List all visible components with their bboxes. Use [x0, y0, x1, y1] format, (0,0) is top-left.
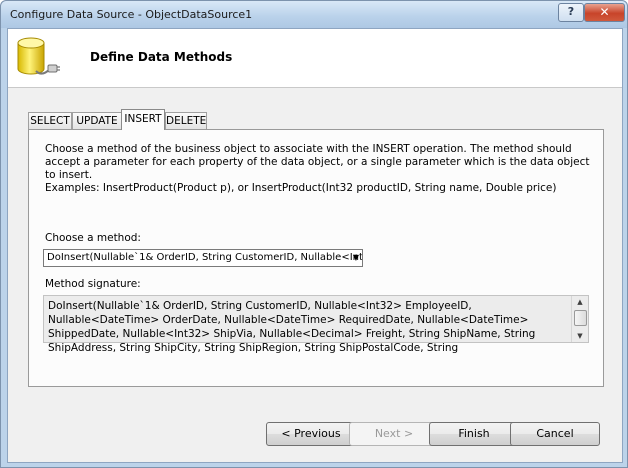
previous-button[interactable]: < Previous — [266, 422, 356, 446]
signature-scrollbar[interactable]: ▲ ▼ — [571, 296, 588, 342]
tab-delete[interactable]: DELETE — [165, 112, 207, 129]
tab-update[interactable]: UPDATE — [72, 112, 122, 129]
method-signature-text: DoInsert(Nullable`1& OrderID, String Cus… — [48, 300, 536, 354]
database-plug-icon — [17, 37, 60, 75]
method-signature-box[interactable]: DoInsert(Nullable`1& OrderID, String Cus… — [43, 295, 589, 354]
method-dropdown[interactable]: DoInsert(Nullable`1& OrderID, String Cus… — [43, 249, 363, 267]
scroll-down-icon[interactable]: ▼ — [572, 330, 588, 342]
next-button[interactable]: Next > — [349, 422, 439, 446]
chevron-down-icon[interactable]: ▼ — [353, 250, 359, 266]
title-bar[interactable]: Configure Data Source - ObjectDataSource… — [1, 1, 627, 28]
method-signature-label: Method signature: — [45, 278, 141, 290]
finish-button[interactable]: Finish — [429, 422, 519, 446]
method-dropdown-value: DoInsert(Nullable`1& OrderID, String Cus… — [47, 252, 363, 263]
close-button[interactable]: ✕ — [584, 3, 625, 22]
dialog-window: Configure Data Source - ObjectDataSource… — [0, 0, 628, 468]
method-examples: Examples: InsertProduct(Product p), or I… — [45, 182, 557, 194]
scroll-up-icon[interactable]: ▲ — [572, 296, 588, 308]
tab-select[interactable]: SELECT — [28, 112, 72, 129]
cancel-button[interactable]: Cancel — [510, 422, 600, 446]
dialog-client: Define Data Methods SELECT UPDATE INSERT… — [7, 28, 623, 463]
help-button[interactable]: ? — [558, 3, 584, 22]
tab-insert[interactable]: INSERT — [121, 109, 165, 130]
tab-panel-insert: Choose a method of the business object t… — [28, 129, 604, 387]
window-title: Configure Data Source - ObjectDataSource… — [10, 8, 253, 21]
choose-method-label: Choose a method: — [45, 232, 141, 244]
scroll-thumb[interactable] — [574, 310, 587, 326]
page-title: Define Data Methods — [90, 50, 233, 64]
header-band: Define Data Methods — [8, 29, 622, 88]
method-description: Choose a method of the business object t… — [45, 143, 590, 181]
